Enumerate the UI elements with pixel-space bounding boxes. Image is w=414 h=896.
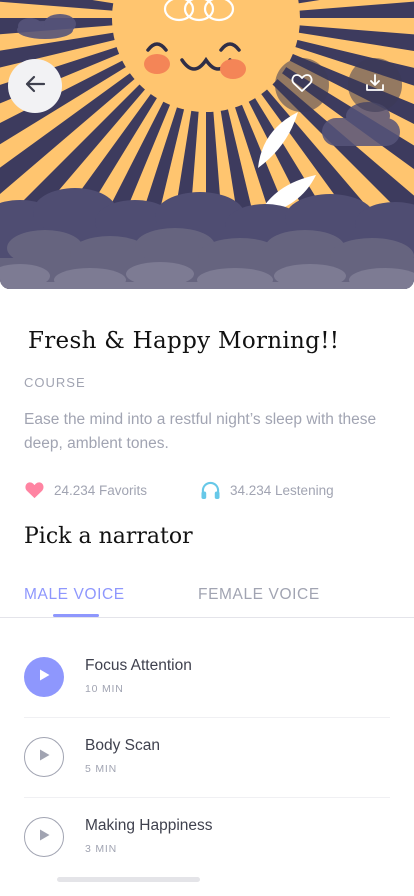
track-item[interactable]: Body Scan 5 MIN <box>24 718 390 798</box>
narrator-heading: Pick a narrator <box>24 524 193 549</box>
track-item[interactable]: Focus Attention 10 MIN <box>24 638 390 718</box>
favorite-button[interactable] <box>275 58 329 112</box>
course-description: Ease the mind into a restful night’s sle… <box>24 411 377 452</box>
sun-illustration <box>0 0 414 289</box>
track-name: Making Happiness <box>85 817 213 834</box>
home-indicator[interactable] <box>57 877 200 882</box>
arrow-left-icon <box>24 74 46 99</box>
listening-count: 34.234 Lestening <box>230 483 334 498</box>
voice-tabs: MALE VOICE FEMALE VOICE <box>0 582 414 618</box>
track-item[interactable]: Making Happiness 3 MIN <box>24 798 390 878</box>
tab-male-voice[interactable]: MALE VOICE <box>24 586 125 604</box>
heart-icon <box>291 73 313 98</box>
download-icon <box>364 72 386 99</box>
headphones-icon <box>200 481 221 500</box>
track-name: Focus Attention <box>85 657 192 674</box>
hero-illustration <box>0 0 414 289</box>
download-button[interactable] <box>348 58 402 112</box>
listening-stat: 34.234 Lestening <box>200 481 334 500</box>
heart-icon <box>24 481 45 499</box>
track-duration: 5 MIN <box>85 763 118 775</box>
play-icon <box>37 668 51 687</box>
tab-female-voice[interactable]: FEMALE VOICE <box>198 586 320 604</box>
active-tab-indicator <box>53 614 99 617</box>
course-type-label: COURSE <box>24 375 86 390</box>
track-duration: 3 MIN <box>85 843 118 855</box>
play-icon <box>37 828 51 847</box>
play-icon <box>37 748 51 767</box>
track-duration: 10 MIN <box>85 683 124 695</box>
play-button[interactable] <box>24 657 64 697</box>
track-name: Body Scan <box>85 737 160 754</box>
play-button[interactable] <box>24 737 64 777</box>
course-title: Fresh & Happy Morning!! <box>28 328 340 354</box>
favorites-stat: 24.234 Favorits <box>24 481 147 499</box>
favorites-count: 24.234 Favorits <box>54 482 148 498</box>
play-button[interactable] <box>24 817 64 857</box>
back-button[interactable] <box>8 59 62 113</box>
